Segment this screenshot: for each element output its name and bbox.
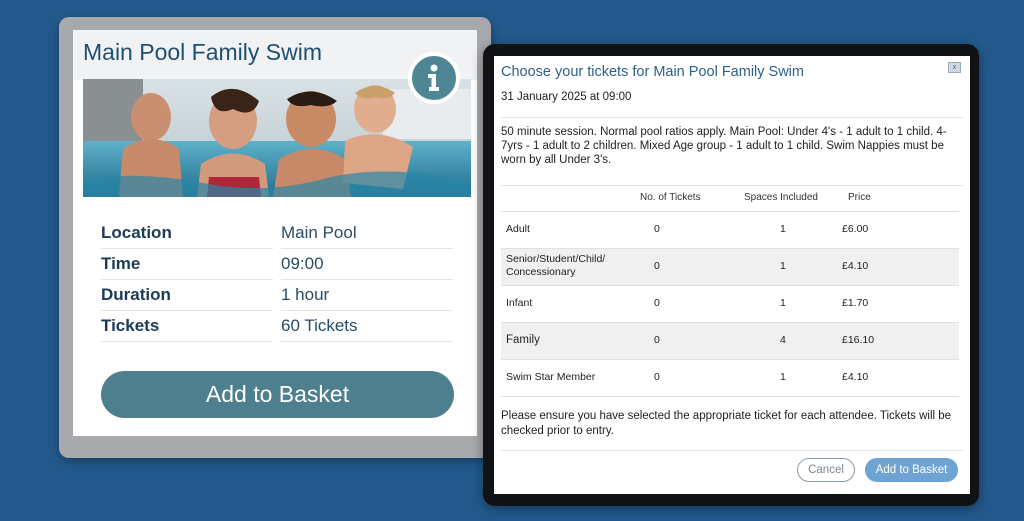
- spaces-included: 1: [780, 260, 786, 272]
- attendee-note: Please ensure you have selected the appr…: [501, 410, 952, 437]
- column-header-price: Price: [848, 192, 871, 203]
- card-title: Main Pool Family Swim: [83, 39, 322, 65]
- ticket-price: £4.10: [842, 260, 869, 272]
- spaces-included: 4: [780, 334, 786, 346]
- detail-label: Location: [101, 223, 273, 249]
- ticket-row-concessionary: Senior/Student/Child/ Concessionary 0 1 …: [501, 248, 959, 285]
- detail-row-time: Time 09:00: [101, 254, 456, 285]
- spaces-included: 1: [780, 297, 786, 309]
- cancel-button[interactable]: Cancel: [797, 458, 855, 482]
- divider: [501, 117, 963, 118]
- session-description: 50 minute session. Normal pool ratios ap…: [501, 126, 947, 166]
- detail-value: 1 hour: [281, 285, 453, 311]
- close-button[interactable]: x: [948, 62, 961, 73]
- detail-row-tickets: Tickets 60 Tickets: [101, 316, 456, 347]
- ticket-quantity[interactable]: 0: [654, 371, 660, 383]
- ticket-quantity[interactable]: 0: [654, 260, 660, 272]
- detail-value: Main Pool: [281, 223, 453, 249]
- ticket-modal-frame: x Choose your tickets for Main Pool Fami…: [483, 44, 979, 506]
- spaces-included: 1: [780, 371, 786, 383]
- detail-row-location: Location Main Pool: [101, 223, 456, 254]
- ticket-row-swim-star: Swim Star Member 0 1 £4.10: [501, 359, 959, 397]
- ticket-quantity[interactable]: 0: [654, 223, 660, 235]
- event-details: Location Main Pool Time 09:00 Duration 1…: [101, 223, 456, 347]
- info-icon: [428, 64, 439, 91]
- ticket-type: Senior/Student/Child/ Concessionary: [506, 253, 606, 278]
- event-card-frame: Main Pool Family Swim Location Main Pool…: [59, 17, 491, 458]
- ticket-type: Family: [506, 334, 540, 346]
- add-to-basket-button[interactable]: Add to Basket: [101, 371, 454, 418]
- detail-label: Tickets: [101, 316, 273, 342]
- event-photo: [83, 79, 471, 197]
- column-header-tickets: No. of Tickets: [640, 192, 701, 203]
- ticket-quantity[interactable]: 0: [654, 334, 660, 346]
- ticket-price: £4.10: [842, 371, 869, 383]
- detail-label: Time: [101, 254, 273, 280]
- ticket-type: Infant: [506, 297, 533, 309]
- ticket-row-infant: Infant 0 1 £1.70: [501, 285, 959, 322]
- modal-title: Choose your tickets for Main Pool Family…: [501, 64, 804, 80]
- ticket-type: Adult: [506, 223, 530, 235]
- ticket-price: £1.70: [842, 297, 869, 309]
- event-card: Main Pool Family Swim Location Main Pool…: [73, 30, 477, 436]
- ticket-type: Swim Star Member: [506, 371, 596, 383]
- detail-label: Duration: [101, 285, 273, 311]
- ticket-price: £6.00: [842, 223, 869, 235]
- ticket-quantity[interactable]: 0: [654, 297, 660, 309]
- spaces-included: 1: [780, 223, 786, 235]
- divider: [501, 450, 963, 451]
- session-date: 31 January 2025 at 09:00: [501, 91, 632, 103]
- modal-add-to-basket-button[interactable]: Add to Basket: [865, 458, 958, 482]
- detail-value: 60 Tickets: [281, 316, 453, 342]
- divider: [501, 185, 963, 186]
- column-header-spaces: Spaces Included: [744, 192, 818, 203]
- info-button[interactable]: [408, 52, 460, 104]
- detail-value: 09:00: [281, 254, 453, 280]
- ticket-row-adult: Adult 0 1 £6.00: [501, 211, 959, 248]
- detail-row-duration: Duration 1 hour: [101, 285, 456, 316]
- ticket-row-family: Family 0 4 £16.10: [501, 322, 959, 359]
- ticket-modal: x Choose your tickets for Main Pool Fami…: [494, 56, 970, 494]
- ticket-price: £16.10: [842, 334, 875, 346]
